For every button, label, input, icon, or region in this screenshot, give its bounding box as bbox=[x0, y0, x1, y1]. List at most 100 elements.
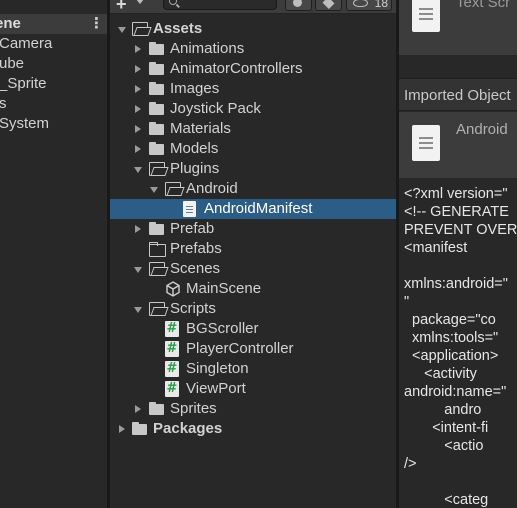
folder-icon bbox=[149, 42, 165, 56]
search-by-label-button[interactable] bbox=[315, 0, 342, 11]
code-line: package="co bbox=[404, 312, 496, 328]
csharp-script-icon: # bbox=[165, 321, 179, 337]
project-tree-item[interactable]: AndroidManifest bbox=[110, 199, 396, 219]
hierarchy-scene-title[interactable]: ene bbox=[0, 14, 21, 34]
project-tree-item[interactable]: # ViewPort bbox=[110, 379, 396, 399]
label-tag-icon bbox=[322, 0, 335, 10]
expand-arrow-right-icon[interactable] bbox=[132, 39, 144, 59]
code-line: android:name=" bbox=[404, 384, 507, 400]
expand-arrow-down-icon[interactable] bbox=[148, 179, 160, 199]
expand-arrow-right-icon[interactable] bbox=[132, 399, 144, 419]
code-line: <manifest bbox=[404, 240, 468, 256]
project-search-field[interactable] bbox=[163, 0, 277, 10]
hierarchy-item[interactable]: s bbox=[0, 94, 7, 114]
project-tree-item-label: Plugins bbox=[170, 160, 220, 177]
expand-arrow-right-icon[interactable] bbox=[132, 79, 144, 99]
create-button[interactable]: + bbox=[116, 0, 127, 15]
project-tree-item[interactable]: Scripts bbox=[110, 299, 396, 319]
folder-open-icon bbox=[149, 262, 165, 276]
project-tree-item[interactable]: AnimatorControllers bbox=[110, 59, 396, 79]
expand-arrow-down-icon[interactable] bbox=[116, 19, 128, 39]
expand-arrow-right-icon[interactable] bbox=[116, 419, 128, 439]
folder-open-icon bbox=[132, 22, 148, 36]
create-dropdown-icon[interactable] bbox=[136, 0, 144, 4]
code-line: /> bbox=[404, 456, 417, 472]
project-tree-item-label: Assets bbox=[153, 20, 203, 37]
expand-arrow-right-icon[interactable] bbox=[132, 99, 144, 119]
project-tree-item[interactable]: Scenes bbox=[110, 259, 396, 279]
hierarchy-item[interactable]: ube bbox=[0, 54, 24, 74]
project-tree-item-label: Sprites bbox=[170, 400, 217, 417]
imported-file-header: Android bbox=[399, 112, 517, 178]
eye-slash-icon bbox=[353, 0, 368, 7]
folder-icon bbox=[149, 102, 165, 116]
code-line: <!-- GENERATE bbox=[404, 204, 509, 220]
project-tree-item[interactable]: Packages bbox=[110, 419, 396, 439]
type-filter-icon bbox=[293, 0, 302, 7]
folder-open-icon bbox=[165, 182, 181, 196]
project-tree-item-label: ViewPort bbox=[186, 380, 246, 397]
project-tree-item[interactable]: # BGScroller bbox=[110, 319, 396, 339]
search-by-type-button[interactable] bbox=[285, 0, 312, 11]
project-tree-item[interactable]: Android bbox=[110, 179, 396, 199]
folder-icon bbox=[149, 142, 165, 156]
expand-arrow-right-icon[interactable] bbox=[132, 119, 144, 139]
hierarchy-item[interactable]: System bbox=[0, 114, 49, 134]
expand-arrow-right-icon[interactable] bbox=[132, 139, 144, 159]
project-tree-item-label: Scripts bbox=[170, 300, 216, 317]
project-tree-item[interactable]: Prefabs bbox=[110, 239, 396, 259]
expand-arrow-down-icon[interactable] bbox=[132, 299, 144, 319]
project-tree-item-label: Joystick Pack bbox=[170, 100, 261, 117]
hierarchy-menu-icon[interactable]: ⋮ bbox=[89, 14, 104, 34]
project-tree-item[interactable]: MainScene bbox=[110, 279, 396, 299]
project-tree-item[interactable]: Models bbox=[110, 139, 396, 159]
project-tree-item[interactable]: Joystick Pack bbox=[110, 99, 396, 119]
expand-arrow-right-icon[interactable] bbox=[132, 219, 144, 239]
folder-icon bbox=[149, 402, 165, 416]
text-file-icon bbox=[412, 125, 440, 161]
code-line: xmlns:tools=" bbox=[404, 330, 499, 346]
imported-file-name: Android bbox=[456, 121, 508, 138]
inspector-header: Text Scr bbox=[399, 0, 517, 55]
imported-object-header[interactable]: Imported Object bbox=[399, 78, 517, 111]
expand-arrow-right-icon[interactable] bbox=[132, 59, 144, 79]
inspector-title: Text Scr bbox=[456, 0, 511, 11]
project-tree-item-label: Packages bbox=[153, 420, 223, 437]
code-line: <intent-fi bbox=[404, 420, 489, 436]
project-tree-item-label: Materials bbox=[170, 120, 231, 137]
project-tree-item-label: PlayerController bbox=[186, 340, 294, 357]
folder-open-icon bbox=[149, 302, 165, 316]
project-tree-item[interactable]: Prefab bbox=[110, 219, 396, 239]
hierarchy-item[interactable]: Camera bbox=[0, 34, 52, 54]
search-icon bbox=[169, 0, 177, 5]
project-tree-item[interactable]: Animations bbox=[110, 39, 396, 59]
expand-arrow-down-icon[interactable] bbox=[132, 159, 144, 179]
project-tree-item-label: AndroidManifest bbox=[204, 200, 313, 217]
project-tree-item[interactable]: Materials bbox=[110, 119, 396, 139]
folder-icon bbox=[149, 122, 165, 136]
project-tree-item[interactable]: Plugins bbox=[110, 159, 396, 179]
code-line: <?xml version=" bbox=[404, 186, 508, 202]
project-tree-item[interactable]: Sprites bbox=[110, 399, 396, 419]
folder-icon bbox=[149, 222, 165, 236]
hidden-packages-count: 18 bbox=[374, 0, 388, 10]
csharp-script-icon: # bbox=[165, 361, 179, 377]
project-tree-item[interactable]: # PlayerController bbox=[110, 339, 396, 359]
hierarchy-item[interactable]: _Sprite bbox=[0, 74, 47, 94]
folder-icon bbox=[132, 422, 148, 436]
text-file-icon bbox=[183, 201, 196, 217]
code-line: andro bbox=[404, 402, 482, 418]
code-line: <actio bbox=[404, 438, 484, 454]
project-tree-item-label: Android bbox=[186, 180, 238, 197]
project-tree-item[interactable]: # Singleton bbox=[110, 359, 396, 379]
code-line: " bbox=[404, 294, 410, 310]
folder-open-icon bbox=[149, 162, 165, 176]
project-tree-item[interactable]: Images bbox=[110, 79, 396, 99]
project-tree-item-label: MainScene bbox=[186, 280, 262, 297]
expand-arrow-down-icon[interactable] bbox=[132, 259, 144, 279]
csharp-script-icon: # bbox=[165, 341, 179, 357]
hidden-packages-toggle[interactable]: 18 bbox=[346, 0, 392, 11]
project-tree-item[interactable]: Assets bbox=[110, 19, 396, 39]
project-tree-item-label: Prefabs bbox=[170, 240, 222, 257]
imported-object-label: Imported Object bbox=[404, 87, 511, 104]
